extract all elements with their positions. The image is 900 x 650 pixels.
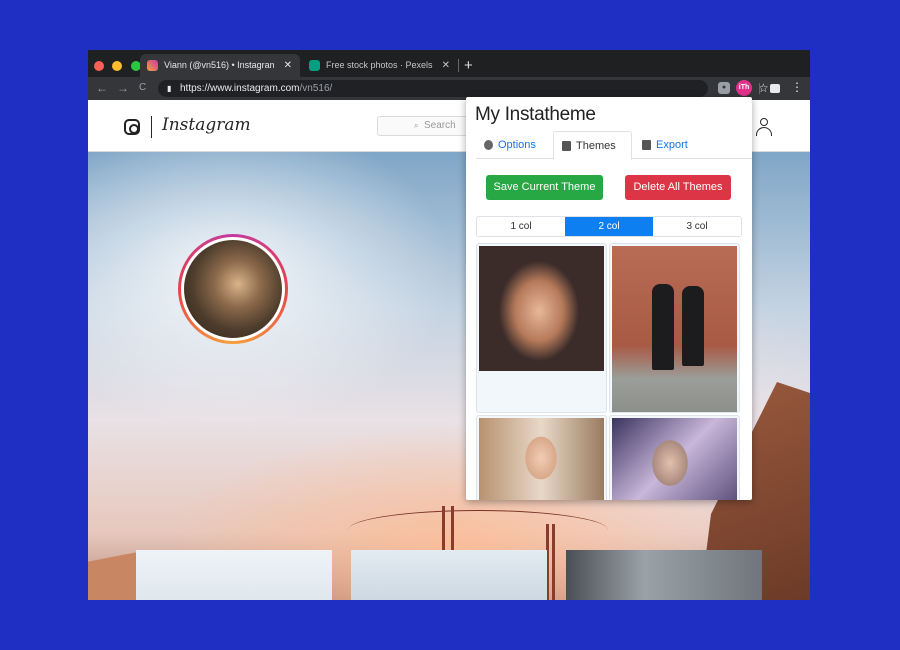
theme-card[interactable]: [476, 415, 607, 500]
new-tab-button[interactable]: +: [464, 54, 473, 77]
post-thumbnail[interactable]: [566, 550, 762, 600]
forward-arrow-icon[interactable]: →: [117, 79, 129, 97]
post-thumbnail[interactable]: [136, 550, 332, 600]
bridge-cable: [348, 510, 608, 550]
address-bar[interactable]: ▮ https://www.instagram.com/vn516/ ☆: [158, 80, 769, 97]
save-current-theme-button[interactable]: Save Current Theme: [486, 175, 603, 200]
tab-options[interactable]: Options: [476, 131, 552, 159]
popup-tabs: Options Themes Export: [476, 131, 752, 160]
instatheme-popup: My Instatheme Options Themes Export Save…: [466, 97, 752, 500]
profile-icon[interactable]: [756, 118, 772, 136]
instagram-favicon-icon: [147, 60, 158, 71]
popup-title: My Instatheme: [475, 104, 596, 125]
extension-box-icon[interactable]: [770, 84, 780, 93]
theme-card[interactable]: [476, 243, 607, 413]
tab-label: Options: [498, 139, 536, 151]
gear-icon: [484, 140, 493, 150]
theme-gallery: [476, 243, 742, 500]
instagram-wordmark[interactable]: Instagram: [162, 115, 251, 135]
search-input[interactable]: ⌕ Search: [377, 116, 477, 136]
theme-photo: [612, 246, 737, 412]
search-placeholder: Search: [424, 120, 456, 131]
extension-chat-icon[interactable]: ●: [718, 82, 730, 94]
browser-tab-strip: Viann (@vn516) • Instagram photos ✕ Free…: [88, 50, 810, 77]
theme-photo: [612, 418, 737, 500]
three-col-option[interactable]: 3 col: [653, 217, 741, 236]
theme-card[interactable]: [609, 415, 740, 500]
toolbar-divider: [759, 83, 760, 94]
search-icon: ⌕: [414, 121, 419, 130]
tab-label: Export: [656, 139, 688, 151]
tab-themes[interactable]: Themes: [553, 131, 632, 160]
browser-tab-pexels[interactable]: Free stock photos · Pexels ✕: [302, 54, 458, 77]
url-host: https://www.instagram.com: [180, 83, 300, 94]
avatar-photo: [181, 237, 285, 341]
theme-photo: [479, 246, 604, 371]
theme-photo: [479, 418, 604, 500]
url-path: /vn516/: [299, 83, 333, 94]
two-col-option[interactable]: 2 col: [565, 217, 653, 236]
post-thumbnail[interactable]: [351, 550, 547, 600]
back-arrow-icon[interactable]: ←: [96, 79, 108, 97]
book-icon: [562, 141, 571, 151]
close-window-button[interactable]: [94, 61, 104, 71]
browser-menu-icon[interactable]: ⋮: [791, 80, 803, 94]
minimize-window-button[interactable]: [112, 61, 123, 71]
window-controls: [94, 58, 145, 76]
tab-title: Viann (@vn516) • Instagram photos: [164, 60, 274, 70]
graduate-figure: [682, 286, 704, 366]
tab-title: Free stock photos · Pexels: [326, 60, 433, 70]
instagram-camera-icon[interactable]: [124, 119, 140, 135]
pexels-favicon-icon: [309, 60, 320, 71]
header-divider: [151, 116, 152, 138]
instatheme-extension-icon[interactable]: iTh: [736, 80, 752, 96]
one-col-option[interactable]: 1 col: [477, 217, 565, 236]
bridge-tower: [546, 524, 555, 600]
export-icon: [642, 140, 651, 150]
graduate-figure: [652, 284, 674, 370]
close-tab-icon[interactable]: ✕: [284, 54, 292, 77]
tab-export[interactable]: Export: [634, 131, 704, 159]
theme-card[interactable]: [609, 243, 740, 413]
tab-divider: [458, 59, 459, 72]
tab-label: Themes: [576, 140, 616, 152]
reload-icon[interactable]: C: [139, 79, 146, 97]
close-tab-icon[interactable]: ✕: [442, 54, 450, 77]
lock-icon: ▮: [167, 84, 172, 93]
profile-avatar[interactable]: [178, 234, 288, 344]
delete-all-themes-button[interactable]: Delete All Themes: [625, 175, 731, 200]
column-selector: 1 col 2 col 3 col: [476, 216, 742, 237]
browser-tab-instagram[interactable]: Viann (@vn516) • Instagram photos ✕: [140, 54, 300, 77]
